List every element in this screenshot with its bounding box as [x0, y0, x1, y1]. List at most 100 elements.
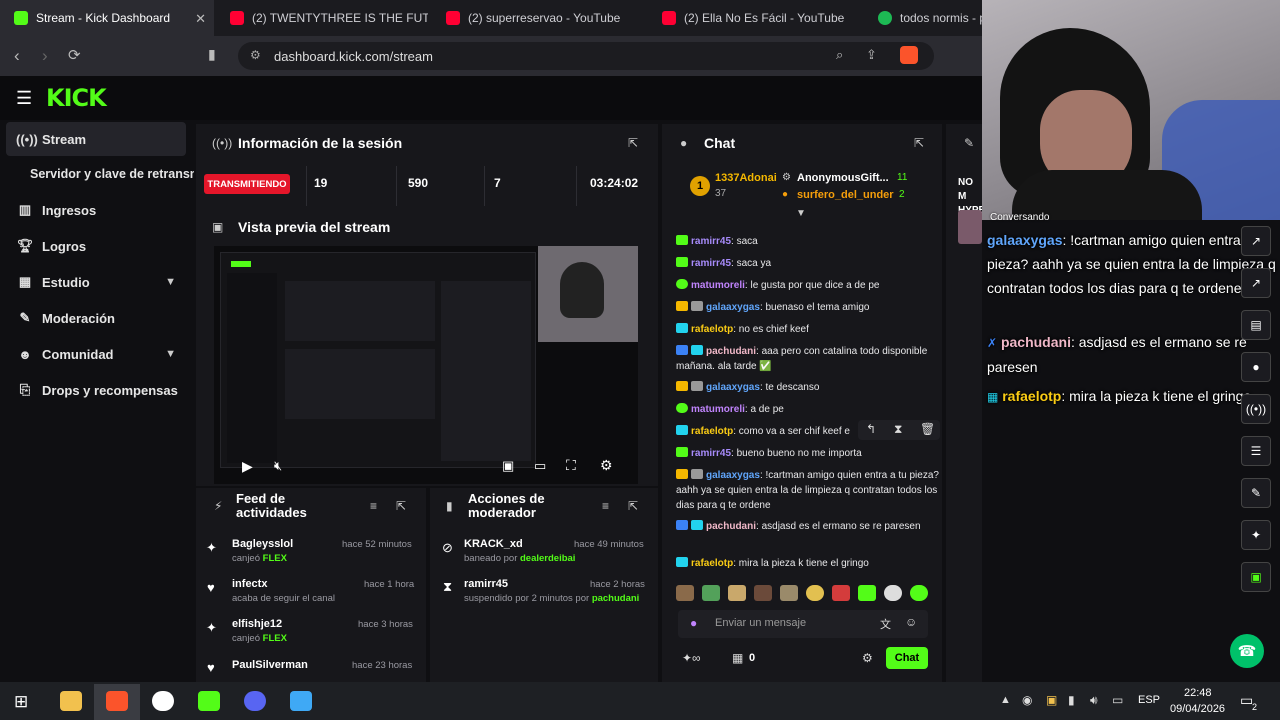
- tool-button[interactable]: ↗: [1241, 268, 1271, 298]
- language-indicator[interactable]: ESP: [1138, 694, 1160, 706]
- feed-user[interactable]: infectx: [232, 578, 335, 590]
- chat-username[interactable]: ramirr45: [691, 448, 731, 459]
- address-bar[interactable]: ⚙ dashboard.kick.com/stream ⌕ ⇪: [238, 42, 934, 70]
- menu-icon[interactable]: ☰: [16, 88, 32, 109]
- emote-icon[interactable]: [884, 585, 902, 601]
- kick-app-icon[interactable]: [198, 691, 220, 711]
- clip-button[interactable]: ▣: [1241, 562, 1271, 592]
- emote-icon[interactable]: [676, 585, 694, 601]
- site-info-icon[interactable]: ⚙: [250, 48, 261, 62]
- settings-icon[interactable]: ⚙: [600, 457, 613, 474]
- feed-user[interactable]: PaulSilverman: [232, 659, 308, 671]
- popout-icon[interactable]: ⇱: [628, 499, 638, 513]
- emote-icon[interactable]: [728, 585, 746, 601]
- microphone-icon[interactable]: ▮: [1068, 693, 1075, 707]
- discord-tray-icon[interactable]: ◉: [1022, 693, 1032, 707]
- chat-username[interactable]: ramirr45: [691, 236, 731, 247]
- emote-icon[interactable]: [754, 585, 772, 601]
- emote-icon[interactable]: [806, 585, 824, 601]
- tray-app-icon[interactable]: ▣: [1046, 693, 1057, 707]
- obs-icon[interactable]: [152, 691, 174, 711]
- second-leader-name[interactable]: surfero_del_under: [797, 189, 894, 201]
- reply-icon[interactable]: ↰: [866, 422, 876, 436]
- feed-user[interactable]: elfishje12: [232, 618, 287, 630]
- sidebar-item-drops[interactable]: ⎘ Drops y recompensas: [6, 373, 186, 407]
- emote-icon[interactable]: [702, 585, 720, 601]
- mute-icon[interactable]: 🔇︎: [274, 458, 282, 474]
- tab-youtube-1[interactable]: (2) TWENTYTHREE IS THE FUTURE: [216, 0, 428, 36]
- popout-icon[interactable]: ⇱: [396, 499, 406, 513]
- emote-icon[interactable]: [910, 585, 928, 601]
- sidebar-item-comunidad[interactable]: ☻ Comunidad ▼: [6, 337, 186, 371]
- tool-button[interactable]: ↗: [1241, 226, 1271, 256]
- mod-user[interactable]: dealerdeibai: [520, 553, 575, 564]
- clock-date[interactable]: 09/04/2026: [1170, 703, 1225, 715]
- broadcast-button[interactable]: ((•)): [1241, 394, 1271, 424]
- mod-target-user[interactable]: KRACK_xd: [464, 538, 575, 550]
- chat-username[interactable]: rafaelotp: [691, 558, 733, 569]
- stream-preview-video[interactable]: ▶ 🔇︎ ▣ ▭ ⛶ ⚙: [214, 246, 638, 484]
- chat-input[interactable]: ● Enviar un mensaje 文 ☺: [678, 610, 928, 638]
- feed-user[interactable]: Bagleysslol: [232, 538, 293, 550]
- filter-icon[interactable]: ≡: [370, 499, 377, 513]
- chat-username[interactable]: ramirr45: [691, 258, 731, 269]
- volume-icon[interactable]: 🔊︎: [1090, 693, 1098, 708]
- chat-username[interactable]: rafaelotp: [691, 324, 733, 335]
- emoji-icon[interactable]: ☺: [905, 615, 917, 629]
- zoom-icon[interactable]: ⌕: [836, 47, 843, 63]
- chat-username[interactable]: galaaxygas: [706, 382, 760, 393]
- translate-icon[interactable]: 文: [880, 616, 891, 632]
- chat-username[interactable]: matumoreli: [691, 280, 745, 291]
- delete-icon[interactable]: 🗑︎: [920, 422, 935, 436]
- timeout-icon[interactable]: ⧗: [894, 422, 902, 437]
- layers-button[interactable]: ☰: [1241, 436, 1271, 466]
- chat-username[interactable]: galaaxygas: [706, 470, 760, 481]
- mod-user[interactable]: pachudani: [592, 593, 640, 604]
- tab-youtube-2[interactable]: (2) superreservao - YouTube: [432, 0, 644, 36]
- tab-spotify[interactable]: todos normis - p: [864, 0, 982, 36]
- play-icon[interactable]: ▶: [242, 458, 253, 475]
- chat-username[interactable]: rafaelotp: [691, 426, 733, 437]
- chat-settings-icon[interactable]: ⚙: [862, 651, 873, 665]
- back-icon[interactable]: ‹: [14, 46, 20, 66]
- sidebar-item-stream[interactable]: ((•)) Stream: [6, 122, 186, 156]
- chat-username[interactable]: pachudani: [706, 521, 756, 532]
- send-chat-button[interactable]: Chat: [886, 647, 928, 669]
- sidebar-item-server-key[interactable]: Servidor y clave de retransmisión: [20, 157, 194, 191]
- notes-button[interactable]: ▤: [1241, 310, 1271, 340]
- brave-icon[interactable]: [106, 691, 128, 711]
- popout-icon[interactable]: ⇱: [628, 136, 638, 150]
- tray-chevron-icon[interactable]: ▲: [1000, 694, 1011, 706]
- reload-icon[interactable]: ⟳: [68, 46, 81, 64]
- theater-icon[interactable]: ▭: [534, 458, 546, 474]
- clock-time[interactable]: 22:48: [1184, 687, 1212, 699]
- sidebar-item-estudio[interactable]: ▦ Estudio ▼: [6, 265, 186, 299]
- top-gifter-name[interactable]: 1337Adonai: [715, 172, 777, 184]
- emote-icon[interactable]: [832, 585, 850, 601]
- share-icon[interactable]: ⇪: [866, 47, 877, 63]
- emote-icon[interactable]: [858, 585, 876, 601]
- tab-kick-dashboard[interactable]: Stream - Kick Dashboard ✕: [0, 0, 214, 36]
- network-icon[interactable]: ▭: [1112, 693, 1123, 707]
- fullscreen-icon[interactable]: ⛶: [566, 457, 576, 474]
- forward-icon[interactable]: ›: [42, 46, 48, 66]
- popout-icon[interactable]: ⇱: [914, 136, 924, 150]
- filter-icon[interactable]: ≡: [602, 499, 609, 513]
- app-icon[interactable]: [290, 691, 312, 711]
- chat-username[interactable]: matumoreli: [691, 404, 745, 415]
- sidebar-item-moderacion[interactable]: ✎ Moderación: [6, 301, 186, 335]
- chat-username[interactable]: pachudani: [706, 346, 756, 357]
- support-chat-button[interactable]: ☎: [1230, 634, 1264, 668]
- mic-icon[interactable]: ●: [690, 616, 697, 630]
- kick-logo[interactable]: KICK: [46, 84, 107, 112]
- points-icon[interactable]: ✦∞: [682, 651, 701, 665]
- windows-start-icon[interactable]: ⊞: [14, 692, 28, 712]
- store-icon[interactable]: ▦: [732, 651, 743, 665]
- sidebar-item-logros[interactable]: 🏆︎ Logros: [6, 229, 186, 263]
- brave-shield-icon[interactable]: [900, 46, 918, 64]
- sidebar-item-ingresos[interactable]: ▥ Ingresos: [6, 193, 186, 227]
- wrench-button[interactable]: ✎: [1241, 478, 1271, 508]
- close-tab-icon[interactable]: ✕: [195, 11, 206, 27]
- tab-youtube-3[interactable]: (2) Ella No Es Fácil - YouTube: [648, 0, 862, 36]
- gift-leader-name[interactable]: AnonymousGift...: [797, 172, 889, 184]
